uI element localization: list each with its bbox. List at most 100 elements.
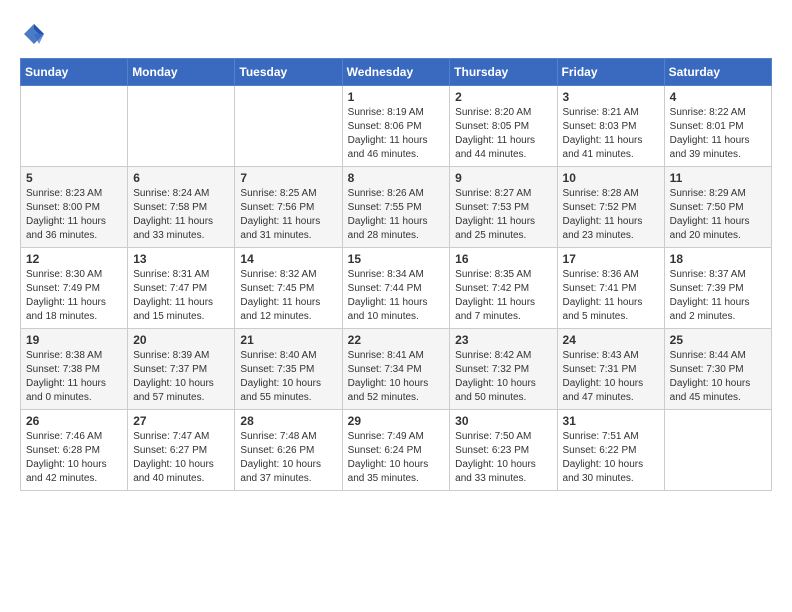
- calendar-cell: 4 Sunrise: 8:22 AM Sunset: 8:01 PM Daylig…: [664, 86, 771, 167]
- calendar-cell: 5 Sunrise: 8:23 AM Sunset: 8:00 PM Daylig…: [21, 167, 128, 248]
- day-number: 7: [240, 171, 336, 185]
- day-number: 22: [348, 333, 445, 347]
- day-number: 8: [348, 171, 445, 185]
- day-number: 29: [348, 414, 445, 428]
- logo: [20, 20, 52, 48]
- day-info: Sunrise: 8:38 AM Sunset: 7:38 PM Dayligh…: [26, 349, 122, 405]
- calendar-cell: 20 Sunrise: 8:39 AM Sunset: 7:37 PM Dayli…: [128, 329, 235, 410]
- day-number: 28: [240, 414, 336, 428]
- day-info: Sunrise: 8:35 AM Sunset: 7:42 PM Dayligh…: [455, 268, 551, 324]
- logo-icon: [20, 20, 48, 48]
- calendar-cell: 28 Sunrise: 7:48 AM Sunset: 6:26 PM Dayli…: [235, 410, 342, 491]
- calendar-cell: 18 Sunrise: 8:37 AM Sunset: 7:39 PM Dayli…: [664, 248, 771, 329]
- day-number: 20: [133, 333, 229, 347]
- calendar-cell: 24 Sunrise: 8:43 AM Sunset: 7:31 PM Dayli…: [557, 329, 664, 410]
- calendar-cell: 16Sunrise: 8:35 AM Sunset: 7:42 PM Dayli…: [450, 248, 557, 329]
- calendar-cell: 9 Sunrise: 8:27 AM Sunset: 7:53 PM Daylig…: [450, 167, 557, 248]
- calendar-cell: 21 Sunrise: 8:40 AM Sunset: 7:35 PM Dayli…: [235, 329, 342, 410]
- calendar-cell: 22 Sunrise: 8:41 AM Sunset: 7:34 PM Dayli…: [342, 329, 450, 410]
- calendar-cell: 2Sunrise: 8:20 AM Sunset: 8:05 PM Daylig…: [450, 86, 557, 167]
- week-row-3: 19 Sunrise: 8:38 AM Sunset: 7:38 PM Dayli…: [21, 329, 772, 410]
- weekday-header-thursday: Thursday: [450, 59, 557, 86]
- day-info: Sunrise: 8:29 AM Sunset: 7:50 PM Dayligh…: [670, 187, 766, 243]
- weekday-header-wednesday: Wednesday: [342, 59, 450, 86]
- day-number: 9: [455, 171, 551, 185]
- calendar-cell: 31 Sunrise: 7:51 AM Sunset: 6:22 PM Dayli…: [557, 410, 664, 491]
- week-row-1: 5 Sunrise: 8:23 AM Sunset: 8:00 PM Daylig…: [21, 167, 772, 248]
- day-number: 5: [26, 171, 122, 185]
- calendar-cell: [21, 86, 128, 167]
- calendar-table: SundayMondayTuesdayWednesdayThursdayFrid…: [20, 58, 772, 491]
- day-info: Sunrise: 8:23 AM Sunset: 8:00 PM Dayligh…: [26, 187, 122, 243]
- day-info: Sunrise: 8:36 AM Sunset: 7:41 PM Dayligh…: [563, 268, 659, 324]
- day-number: 11: [670, 171, 766, 185]
- day-info: Sunrise: 8:43 AM Sunset: 7:31 PM Dayligh…: [563, 349, 659, 405]
- day-info: Sunrise: 8:30 AM Sunset: 7:49 PM Dayligh…: [26, 268, 122, 324]
- weekday-header-sunday: Sunday: [21, 59, 128, 86]
- day-info: Sunrise: 7:46 AM Sunset: 6:28 PM Dayligh…: [26, 430, 122, 486]
- day-number: 4: [670, 90, 766, 104]
- day-info: Sunrise: 8:24 AM Sunset: 7:58 PM Dayligh…: [133, 187, 229, 243]
- day-info: Sunrise: 7:48 AM Sunset: 6:26 PM Dayligh…: [240, 430, 336, 486]
- calendar-cell: 11 Sunrise: 8:29 AM Sunset: 7:50 PM Dayli…: [664, 167, 771, 248]
- weekday-header-friday: Friday: [557, 59, 664, 86]
- day-number: 14: [240, 252, 336, 266]
- day-info: Sunrise: 8:34 AM Sunset: 7:44 PM Dayligh…: [348, 268, 445, 324]
- day-info: Sunrise: 8:42 AM Sunset: 7:32 PM Dayligh…: [455, 349, 551, 405]
- calendar-cell: 27Sunrise: 7:47 AM Sunset: 6:27 PM Dayli…: [128, 410, 235, 491]
- day-number: 31: [563, 414, 659, 428]
- calendar-cell: 13Sunrise: 8:31 AM Sunset: 7:47 PM Dayli…: [128, 248, 235, 329]
- day-number: 12: [26, 252, 122, 266]
- day-number: 17: [563, 252, 659, 266]
- day-number: 1: [348, 90, 445, 104]
- weekday-header-saturday: Saturday: [664, 59, 771, 86]
- day-info: Sunrise: 8:41 AM Sunset: 7:34 PM Dayligh…: [348, 349, 445, 405]
- week-row-0: 1 Sunrise: 8:19 AM Sunset: 8:06 PM Daylig…: [21, 86, 772, 167]
- calendar-cell: 17 Sunrise: 8:36 AM Sunset: 7:41 PM Dayli…: [557, 248, 664, 329]
- day-number: 21: [240, 333, 336, 347]
- week-row-2: 12 Sunrise: 8:30 AM Sunset: 7:49 PM Dayli…: [21, 248, 772, 329]
- day-info: Sunrise: 8:21 AM Sunset: 8:03 PM Dayligh…: [563, 106, 659, 162]
- day-number: 26: [26, 414, 122, 428]
- calendar-cell: 15 Sunrise: 8:34 AM Sunset: 7:44 PM Dayli…: [342, 248, 450, 329]
- calendar-cell: 25 Sunrise: 8:44 AM Sunset: 7:30 PM Dayli…: [664, 329, 771, 410]
- day-info: Sunrise: 8:25 AM Sunset: 7:56 PM Dayligh…: [240, 187, 336, 243]
- calendar-cell: 3 Sunrise: 8:21 AM Sunset: 8:03 PM Daylig…: [557, 86, 664, 167]
- day-info: Sunrise: 8:39 AM Sunset: 7:37 PM Dayligh…: [133, 349, 229, 405]
- day-number: 23: [455, 333, 551, 347]
- day-info: Sunrise: 8:40 AM Sunset: 7:35 PM Dayligh…: [240, 349, 336, 405]
- calendar-cell: 26 Sunrise: 7:46 AM Sunset: 6:28 PM Dayli…: [21, 410, 128, 491]
- day-info: Sunrise: 8:44 AM Sunset: 7:30 PM Dayligh…: [670, 349, 766, 405]
- day-info: Sunrise: 8:28 AM Sunset: 7:52 PM Dayligh…: [563, 187, 659, 243]
- calendar-cell: [664, 410, 771, 491]
- weekday-header-row: SundayMondayTuesdayWednesdayThursdayFrid…: [21, 59, 772, 86]
- day-info: Sunrise: 8:19 AM Sunset: 8:06 PM Dayligh…: [348, 106, 445, 162]
- day-number: 18: [670, 252, 766, 266]
- day-info: Sunrise: 7:51 AM Sunset: 6:22 PM Dayligh…: [563, 430, 659, 486]
- day-number: 13: [133, 252, 229, 266]
- day-number: 10: [563, 171, 659, 185]
- calendar-cell: 14Sunrise: 8:32 AM Sunset: 7:45 PM Dayli…: [235, 248, 342, 329]
- day-info: Sunrise: 7:49 AM Sunset: 6:24 PM Dayligh…: [348, 430, 445, 486]
- calendar-cell: 23 Sunrise: 8:42 AM Sunset: 7:32 PM Dayli…: [450, 329, 557, 410]
- week-row-4: 26 Sunrise: 7:46 AM Sunset: 6:28 PM Dayli…: [21, 410, 772, 491]
- day-number: 3: [563, 90, 659, 104]
- calendar-cell: 10 Sunrise: 8:28 AM Sunset: 7:52 PM Dayli…: [557, 167, 664, 248]
- day-info: Sunrise: 8:20 AM Sunset: 8:05 PM Dayligh…: [455, 106, 551, 162]
- day-info: Sunrise: 8:27 AM Sunset: 7:53 PM Dayligh…: [455, 187, 551, 243]
- day-info: Sunrise: 7:50 AM Sunset: 6:23 PM Dayligh…: [455, 430, 551, 486]
- calendar-cell: 30 Sunrise: 7:50 AM Sunset: 6:23 PM Dayli…: [450, 410, 557, 491]
- day-number: 19: [26, 333, 122, 347]
- day-number: 15: [348, 252, 445, 266]
- day-number: 24: [563, 333, 659, 347]
- day-info: Sunrise: 8:22 AM Sunset: 8:01 PM Dayligh…: [670, 106, 766, 162]
- day-info: Sunrise: 8:37 AM Sunset: 7:39 PM Dayligh…: [670, 268, 766, 324]
- day-number: 30: [455, 414, 551, 428]
- page: SundayMondayTuesdayWednesdayThursdayFrid…: [0, 0, 792, 511]
- weekday-header-monday: Monday: [128, 59, 235, 86]
- calendar-cell: 6Sunrise: 8:24 AM Sunset: 7:58 PM Daylig…: [128, 167, 235, 248]
- calendar-cell: [128, 86, 235, 167]
- calendar-cell: 12 Sunrise: 8:30 AM Sunset: 7:49 PM Dayli…: [21, 248, 128, 329]
- day-number: 25: [670, 333, 766, 347]
- day-info: Sunrise: 8:26 AM Sunset: 7:55 PM Dayligh…: [348, 187, 445, 243]
